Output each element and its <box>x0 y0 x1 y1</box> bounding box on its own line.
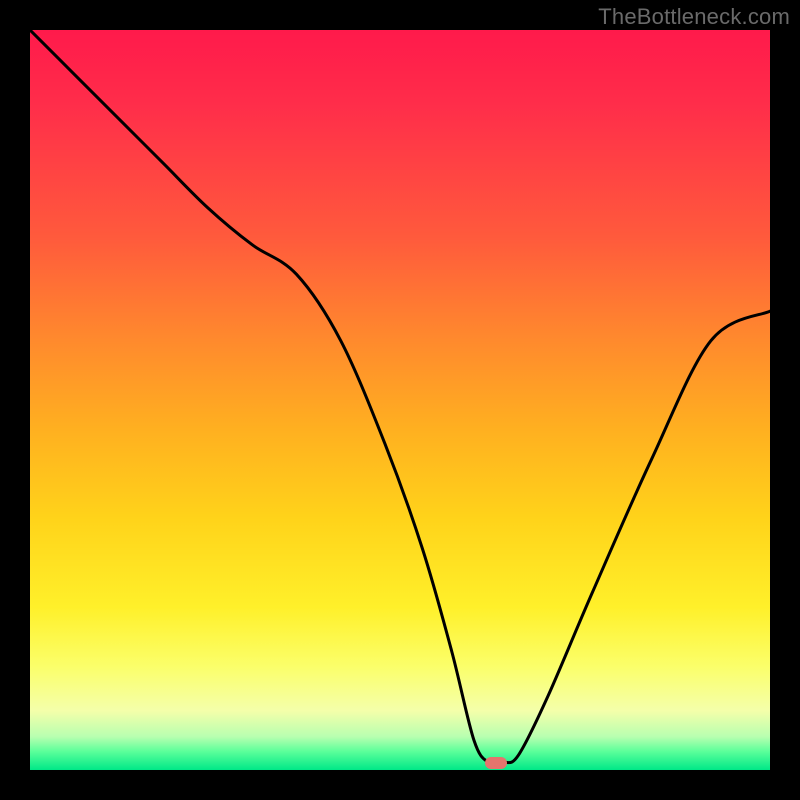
bottleneck-marker <box>485 757 507 769</box>
chart-frame: TheBottleneck.com <box>0 0 800 800</box>
watermark-label: TheBottleneck.com <box>598 4 790 30</box>
bottleneck-curve <box>30 30 770 770</box>
plot-area <box>30 30 770 770</box>
